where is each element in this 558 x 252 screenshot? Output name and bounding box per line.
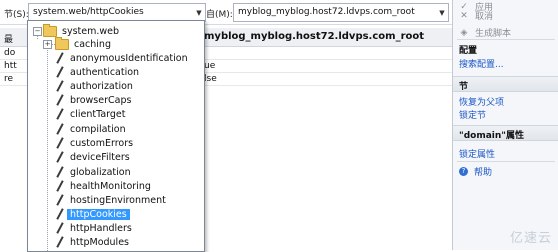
tree-node[interactable]: clientTarget [55, 107, 125, 121]
tree-node-label: healthMonitoring [70, 180, 151, 192]
setting-icon [55, 236, 65, 248]
setting-icon [55, 66, 65, 78]
tree-node-label: anonymousIdentification [70, 52, 188, 64]
folder-icon [43, 23, 57, 37]
tree-node[interactable]: compilation [55, 122, 126, 136]
divider [457, 39, 555, 40]
tree-node[interactable]: authorization [55, 79, 133, 93]
setting-icon [55, 123, 65, 135]
tree-node-label: system.web [62, 25, 120, 37]
setting-icon [55, 151, 65, 163]
section-heading-label: 节 [459, 82, 469, 92]
setting-icon [55, 108, 65, 120]
tree-node-label: authentication [70, 66, 140, 78]
cancel-action[interactable]: ✕ 取消 [459, 9, 494, 23]
revert-parent-label: 恢复为父项 [459, 98, 505, 108]
from-combobox-value: myblog_myblog.host72.ldvps.com_root [238, 7, 415, 17]
tree-node[interactable]: deviceFilters [55, 150, 130, 164]
attribute-heading: "domain"属性 [453, 125, 558, 141]
tree-node-label: httpModules [70, 236, 129, 248]
expand-icon[interactable]: + [43, 40, 52, 49]
chevron-down-icon[interactable]: ▼ [436, 4, 448, 21]
cancel-icon: ✕ [460, 10, 468, 21]
divider [457, 161, 555, 162]
config-heading-label: 配置 [459, 46, 478, 56]
tree-line [47, 40, 48, 251]
tree-node-label: customErrors [70, 137, 134, 149]
lock-section-label: 锁定节 [459, 111, 487, 121]
from-label: 自(M): [206, 10, 233, 20]
tree-node[interactable]: healthMonitoring [55, 179, 151, 193]
tree-node[interactable]: customErrors [55, 136, 133, 150]
row-value: ue [204, 61, 216, 71]
tree-node[interactable]: globalization [55, 165, 131, 179]
tree-node-label: browserCaps [70, 94, 132, 106]
tree-node-label: globalization [70, 166, 131, 178]
lock-attribute-label: 锁定属性 [459, 150, 496, 160]
setting-icon [55, 94, 65, 106]
section-combobox-value: system.web/httpCookies [33, 7, 144, 17]
attribute-heading-label: "domain"属性 [459, 131, 524, 141]
setting-icon [55, 194, 65, 206]
row-key: do [4, 48, 16, 58]
folder-icon [55, 36, 69, 50]
section-tree-dropdown[interactable]: − system.web + caching anonymousIdentifi… [27, 20, 205, 252]
tree-node-selected[interactable]: httpCookies [55, 207, 130, 221]
help-icon: ? [459, 167, 468, 176]
generate-script-action[interactable]: ◈ 生成脚本 [459, 26, 512, 40]
actions-pane: ✓ 应用 ✕ 取消 ◈ 生成脚本 配置 搜索配置... 节 恢复为父项 锁定节 … [452, 0, 558, 250]
chevron-down-icon[interactable]: ▼ [193, 4, 205, 21]
tree-node[interactable]: httpModules [55, 235, 129, 249]
search-config-link[interactable]: 搜索配置... [459, 57, 504, 70]
search-config-label: 搜索配置... [459, 60, 504, 70]
tree-node[interactable]: authentication [55, 65, 139, 79]
tree-node[interactable]: anonymousIdentification [55, 51, 188, 65]
collapse-icon[interactable]: − [33, 27, 42, 36]
lock-section-link[interactable]: 锁定节 [459, 108, 486, 121]
setting-icon [55, 222, 65, 234]
tree-node-label: httpCookies [67, 208, 130, 220]
tree-node[interactable]: browserCaps [55, 93, 131, 107]
help-link[interactable]: ? 帮助 [459, 165, 492, 178]
tree-node-label: authorization [70, 80, 133, 92]
config-heading: 配置 [459, 43, 477, 56]
setting-icon [55, 166, 65, 178]
tree-node-label: deviceFilters [70, 151, 130, 163]
setting-icon [55, 52, 65, 64]
watermark: 亿速云 [509, 231, 552, 246]
section-heading: 节 [453, 76, 558, 92]
setting-icon [55, 80, 65, 92]
tree-node[interactable]: httpHandlers [55, 221, 132, 235]
tree-node-label: httpHandlers [70, 222, 132, 234]
lock-attribute-link[interactable]: 锁定属性 [459, 147, 495, 160]
row-key: re [4, 74, 14, 84]
generate-script-label: 生成脚本 [475, 29, 512, 39]
setting-icon [55, 180, 65, 192]
tree-node-caching[interactable]: caching [55, 36, 111, 51]
tree-node-label: hostingEnvironment [70, 194, 166, 206]
row-key: htt [4, 61, 17, 71]
tree-node[interactable]: hostingEnvironment [55, 193, 166, 207]
from-combobox[interactable]: myblog_myblog.host72.ldvps.com_root ▼ [233, 3, 449, 22]
setting-icon [55, 137, 65, 149]
revert-parent-link[interactable]: 恢复为父项 [459, 95, 504, 108]
section-label: 节(S): [4, 10, 29, 20]
grid-header-right: myblog_myblog.host72.ldvps.com_root [204, 31, 425, 42]
row-value: lse [204, 74, 217, 84]
setting-icon [55, 208, 65, 220]
script-icon: ◈ [460, 27, 468, 38]
help-label: 帮助 [474, 168, 493, 178]
tree-node-label: caching [74, 38, 111, 50]
grid-header-left: 最 [4, 35, 14, 45]
tree-node-label: compilation [70, 123, 126, 135]
cancel-label: 取消 [475, 12, 494, 22]
tree-node-label: clientTarget [70, 108, 126, 120]
